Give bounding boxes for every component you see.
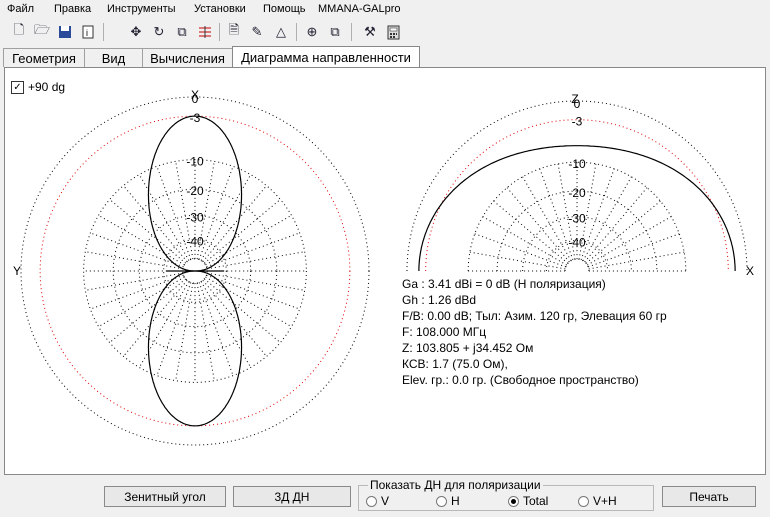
grid-spoke <box>123 185 188 262</box>
grid-spoke <box>175 282 194 381</box>
ring-label: -20 <box>568 186 586 200</box>
horizontal-pattern-plot: XY0-3-10-20-30-40 <box>13 88 370 446</box>
ring-label: -30 <box>186 210 204 224</box>
radio-v-dot[interactable] <box>366 495 377 507</box>
grid-spoke <box>109 199 186 264</box>
radio-vh-dot[interactable] <box>578 495 589 507</box>
grid-spoke <box>585 200 661 264</box>
axis-label-left: Y <box>13 264 21 278</box>
radio-total-dot[interactable] <box>508 495 519 507</box>
radio-vh-label: V+H <box>593 494 617 508</box>
grid-spoke <box>584 187 648 263</box>
swr: КСВ: 1.7 (75.0 Ом), <box>402 357 508 371</box>
grid-spoke <box>204 199 281 264</box>
zenith-angle-button[interactable]: Зенитный угол <box>104 486 226 507</box>
ring-label: -30 <box>568 212 586 226</box>
grid-spoke <box>587 216 672 266</box>
grid-spoke <box>202 185 267 262</box>
ring-label: -40 <box>186 235 204 249</box>
polarization-title: Показать ДН для поляризации <box>368 478 543 492</box>
vertical-pattern-plot: ZX0-3-10-20-30-40 <box>406 92 754 278</box>
ring-label: 0 <box>574 97 581 111</box>
ring-label: -10 <box>568 157 586 171</box>
axis-label-right: X <box>746 264 754 278</box>
3d-pattern-button[interactable]: 3Д ДН <box>233 486 351 507</box>
radio-v-label: V <box>381 494 390 508</box>
radio-h-label: H <box>451 494 460 508</box>
ring-label: -3 <box>190 111 201 125</box>
grid-spoke <box>196 282 215 381</box>
gain-dbd: Gh : 1.26 dBd <box>402 293 477 307</box>
pattern-plots: XY0-3-10-20-30-40 ZX0-3-10-20-30-40 <box>13 88 754 446</box>
ring-label: -3 <box>572 115 583 129</box>
grid-spoke <box>109 278 186 343</box>
front-back-ratio: F/B: 0.00 dB; Тыл: Азим. 120 гр, Элеваци… <box>402 309 667 323</box>
grid-spoke <box>85 251 184 270</box>
grid-spoke <box>204 278 281 343</box>
gain-dbi: Ga : 3.41 dBi = 0 dB (Н поляризация) <box>402 277 606 291</box>
ring-label: 0 <box>192 92 199 106</box>
print-button[interactable]: Печать <box>662 486 756 507</box>
grid-spoke <box>522 176 572 261</box>
grid-ring <box>564 258 590 272</box>
impedance: Z: 103.805 + j34.452 Ом <box>402 341 534 355</box>
elevation-ground: Elev. гр.: 0.0 гр. (Свободное пространст… <box>402 373 639 387</box>
grid-spoke <box>469 251 566 270</box>
grid-spoke <box>202 280 267 357</box>
radio-total-label: Total <box>523 494 549 508</box>
radio-total[interactable]: Total <box>508 494 548 508</box>
radio-h-dot[interactable] <box>436 495 447 507</box>
grid-spoke <box>588 251 685 270</box>
grid-spoke <box>582 176 632 261</box>
frequency: F: 108.000 МГц <box>402 325 487 339</box>
grid-spoke <box>493 200 569 264</box>
ring-label: -10 <box>186 155 204 169</box>
ring-label: -40 <box>568 235 586 249</box>
radio-vh[interactable]: V+H <box>578 494 617 508</box>
radio-h[interactable]: H <box>436 494 460 508</box>
grid-spoke <box>206 251 305 270</box>
grid-spoke <box>482 216 567 266</box>
radio-v[interactable]: V <box>366 494 389 508</box>
grid-spoke <box>206 272 305 291</box>
grid-spoke <box>506 187 570 263</box>
ring-label: -20 <box>186 184 204 198</box>
grid-spoke <box>123 280 188 357</box>
